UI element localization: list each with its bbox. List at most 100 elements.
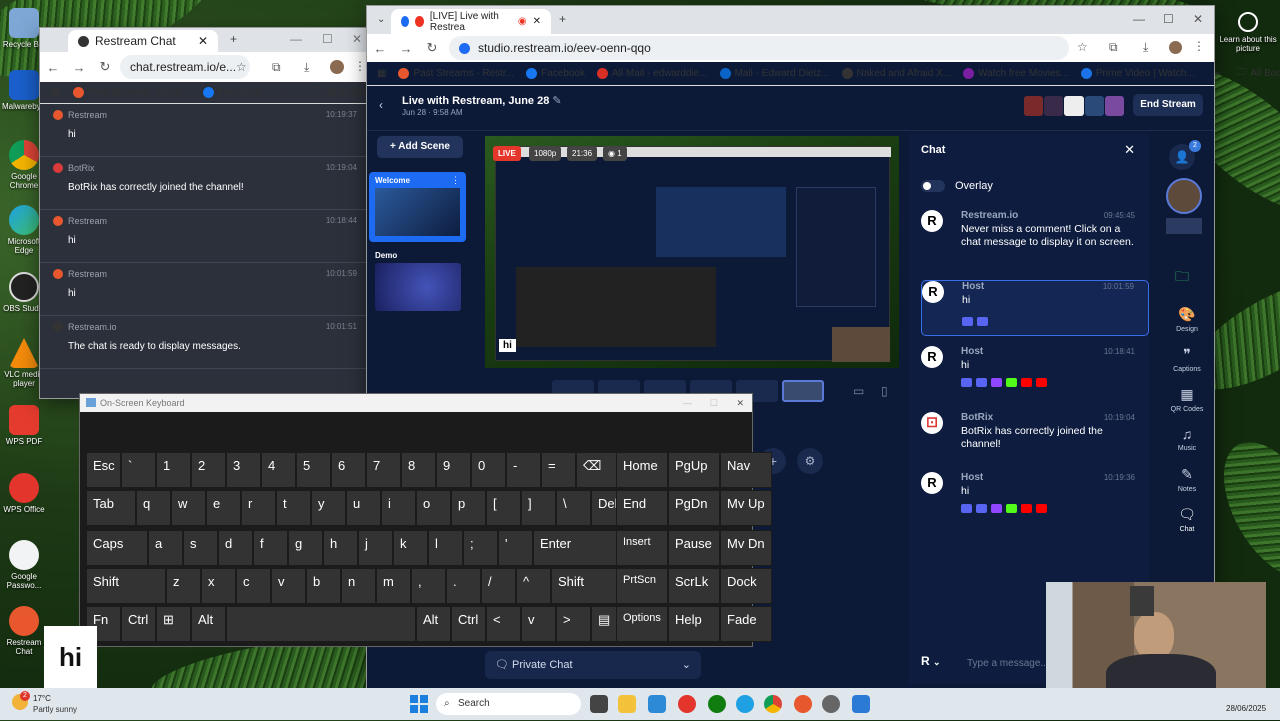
- sidebar-chat[interactable]: 🗨 Chat: [1161, 506, 1213, 533]
- forward-icon[interactable]: →: [66, 60, 92, 75]
- close-window-icon[interactable]: ✕: [352, 32, 362, 46]
- host-avatar[interactable]: [1166, 178, 1202, 214]
- key-9[interactable]: 9: [436, 452, 471, 488]
- studio-chat-message[interactable]: R Restream.io 09:45:45 Never miss a comment…: [921, 210, 1149, 270]
- bookmark-gmail[interactable]: All Mail - edwarddie...: [596, 68, 708, 79]
- tab-restream-chat[interactable]: Restream Chat ✕: [68, 30, 218, 52]
- key-symbol[interactable]: =: [541, 452, 576, 488]
- chat-address-bar[interactable]: chat.restream.io/e...: [120, 55, 250, 79]
- key-s[interactable]: s: [183, 530, 218, 566]
- new-tab-icon[interactable]: +: [230, 32, 237, 46]
- wps-office-icon[interactable]: WPS Office: [2, 473, 46, 514]
- studio-chat-message[interactable]: R Host 10:01:59 hi: [921, 280, 1149, 336]
- menu-icon[interactable]: ⋮: [1193, 39, 1205, 53]
- key-m[interactable]: m: [376, 568, 411, 604]
- key-pgdn[interactable]: PgDn: [668, 490, 720, 526]
- key-0[interactable]: 0: [471, 452, 506, 488]
- minimize-icon[interactable]: —: [683, 394, 692, 412]
- key-l[interactable]: l: [428, 530, 463, 566]
- apps-icon[interactable]: ▦: [377, 68, 386, 79]
- chat-message[interactable]: BotRix 10:19:04 BotRix has correctly joine…: [40, 157, 367, 210]
- key-q[interactable]: q: [136, 490, 171, 526]
- key-y[interactable]: y: [311, 490, 346, 526]
- key-g[interactable]: g: [288, 530, 323, 566]
- sidebar-music[interactable]: ♫ Music: [1161, 426, 1213, 452]
- close-tab-icon[interactable]: ✕: [533, 16, 541, 27]
- close-window-icon[interactable]: ✕: [1193, 12, 1203, 26]
- extensions-icon[interactable]: ⧉: [1109, 40, 1118, 55]
- sender-avatar[interactable]: R ⌄: [921, 654, 941, 668]
- task-view-icon[interactable]: [590, 695, 608, 713]
- key-scrlk[interactable]: ScrLk: [668, 568, 720, 604]
- key-1[interactable]: 1: [156, 452, 191, 488]
- studio-chat-message[interactable]: ⚀ BotRix 10:19:04 BotRix has correctly join…: [921, 412, 1149, 462]
- key-symbol[interactable]: `: [121, 452, 156, 488]
- learn-about-picture[interactable]: Learn about this picture: [1218, 12, 1278, 53]
- tab-live-restream[interactable]: [LIVE] Live with Restrea ◉ ✕: [391, 9, 551, 34]
- key-symbol[interactable]: -: [506, 452, 541, 488]
- key-6[interactable]: 6: [331, 452, 366, 488]
- scene-menu-icon[interactable]: ⋮: [451, 175, 460, 186]
- reload-icon[interactable]: ↻: [92, 59, 118, 75]
- settings-taskbar-icon[interactable]: [822, 695, 840, 713]
- key-insert[interactable]: Insert: [616, 530, 668, 566]
- bookmark-prime-video[interactable]: Prime Video | Watch...: [1080, 68, 1195, 79]
- sidebar-notes[interactable]: ✎ Notes: [1161, 466, 1213, 493]
- destinations-avatars[interactable]: [1024, 96, 1125, 116]
- layout-option-selected[interactable]: [782, 380, 824, 402]
- star-icon[interactable]: ☆: [1077, 40, 1088, 54]
- forward-icon[interactable]: →: [393, 41, 419, 56]
- maximize-icon[interactable]: ☐: [322, 32, 333, 46]
- key-help[interactable]: Help: [668, 606, 720, 642]
- start-button-icon[interactable]: [410, 695, 428, 713]
- tab-search-icon[interactable]: ⌄: [377, 14, 385, 25]
- key-ctrl[interactable]: Ctrl: [451, 606, 486, 642]
- key-a[interactable]: a: [148, 530, 183, 566]
- key-3[interactable]: 3: [226, 452, 261, 488]
- settings-gear-icon[interactable]: ⚙: [797, 448, 823, 474]
- key-pgup[interactable]: PgUp: [668, 452, 720, 488]
- key-8[interactable]: 8: [401, 452, 436, 488]
- bookmark-facebook[interactable]: Facebook: [526, 68, 585, 79]
- key-b[interactable]: b: [306, 568, 341, 604]
- notepad-taskbar-icon[interactable]: [852, 695, 870, 713]
- key-prtscn[interactable]: PrtScn: [616, 568, 668, 604]
- key-options[interactable]: Options: [616, 606, 668, 642]
- edit-title-icon[interactable]: ✎: [552, 95, 561, 107]
- key-u[interactable]: u: [346, 490, 381, 526]
- key-home[interactable]: Home: [616, 452, 668, 488]
- key-symbol[interactable]: .: [446, 568, 481, 604]
- site-info-icon[interactable]: [459, 42, 470, 54]
- private-chat-button[interactable]: 🗨 Private Chat ⌄: [485, 651, 701, 679]
- bookmark-facebook[interactable]: Facebook: [203, 87, 262, 98]
- close-tab-icon[interactable]: ✕: [198, 34, 208, 48]
- apps-icon[interactable]: ▦: [50, 87, 59, 98]
- key-t[interactable]: t: [276, 490, 311, 526]
- restream-chat-icon[interactable]: Restream Chat: [2, 606, 46, 656]
- sidebar-design[interactable]: 🎨 Design: [1161, 306, 1213, 333]
- key-4[interactable]: 4: [261, 452, 296, 488]
- portrait-icon[interactable]: ▯: [881, 384, 888, 398]
- key-symbol[interactable]: ^: [516, 568, 551, 604]
- key-fade[interactable]: Fade: [720, 606, 772, 642]
- back-icon[interactable]: ←: [40, 60, 66, 75]
- key-symbol[interactable]: ]: [521, 490, 556, 526]
- bookmark-watch-movies[interactable]: Watch free Movies...: [963, 68, 1069, 79]
- folder-icon[interactable]: 🗀: [1175, 266, 1189, 290]
- maximize-icon[interactable]: ☐: [710, 394, 718, 412]
- key-i[interactable]: i: [381, 490, 416, 526]
- key-v[interactable]: v: [521, 606, 556, 642]
- studio-address-bar[interactable]: studio.restream.io/eev-oenn-qqo: [449, 36, 1069, 60]
- minimize-icon[interactable]: —: [1133, 12, 1145, 26]
- bookmark-past-streams[interactable]: Past Streams - Restr...: [73, 87, 189, 98]
- key-tab[interactable]: Tab: [86, 490, 136, 526]
- key-n[interactable]: n: [341, 568, 376, 604]
- store-icon[interactable]: [648, 695, 666, 713]
- key-o[interactable]: o: [416, 490, 451, 526]
- wps-pdf-icon[interactable]: WPS PDF: [2, 405, 46, 446]
- stream-preview[interactable]: LIVE 1080p 21:36 ◉ 1 hi: [485, 136, 899, 368]
- extensions-icon[interactable]: ⧉: [272, 60, 281, 75]
- host-screen-thumb[interactable]: [1166, 218, 1202, 234]
- maximize-icon[interactable]: ☐: [1163, 12, 1174, 26]
- key-shift[interactable]: Shift: [551, 568, 621, 604]
